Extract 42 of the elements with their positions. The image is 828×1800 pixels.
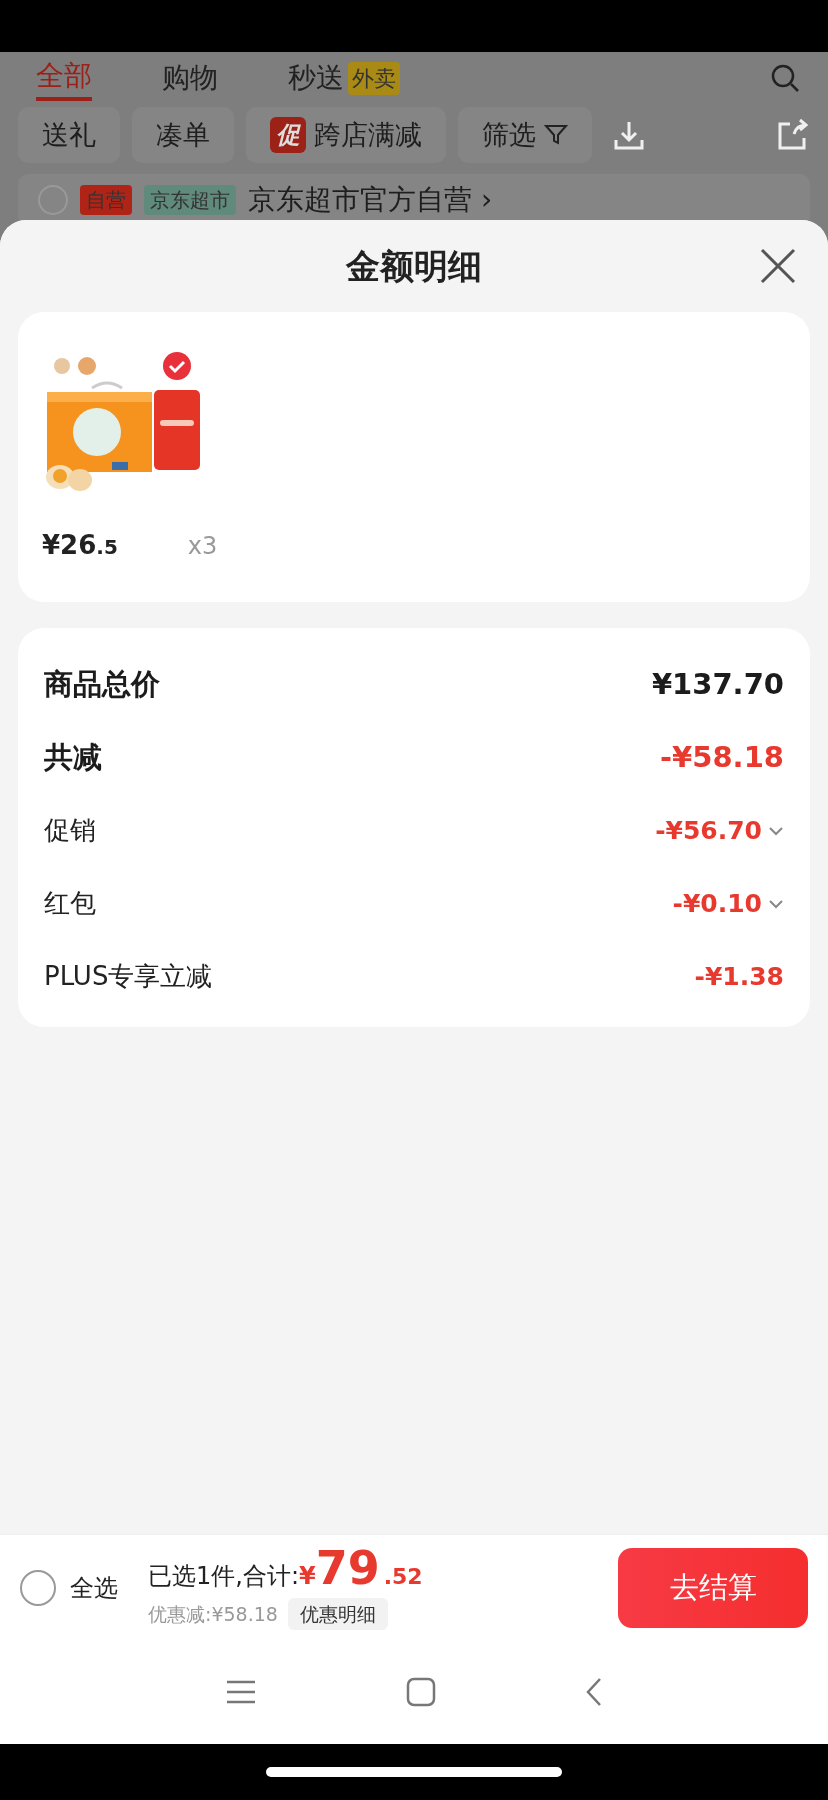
- sheet-title: 金额明细: [346, 244, 482, 288]
- tab[interactable]: 购物: [162, 57, 218, 99]
- summary-amount: -¥1.38: [694, 960, 784, 993]
- total-price: ¥79.52: [299, 1544, 423, 1594]
- filter-chip[interactable]: 筛选: [458, 106, 592, 164]
- store-tag: 京东超市: [144, 185, 236, 215]
- selected-summary: 已选1件,合计:: [148, 1560, 299, 1592]
- select-all-radio[interactable]: [20, 1569, 56, 1606]
- summary-amount: -¥0.10: [672, 887, 762, 920]
- item-price: ¥26.5: [42, 529, 118, 562]
- summary-label: 共减: [44, 738, 102, 776]
- filter-label: 筛选: [482, 117, 536, 152]
- summary-label: 红包: [44, 887, 96, 920]
- menu-icon[interactable]: [224, 1679, 257, 1705]
- summary-amount: ¥137.70: [651, 665, 784, 703]
- back-icon[interactable]: [585, 1677, 604, 1707]
- filter-chip[interactable]: 凑单: [132, 106, 234, 164]
- item-quantity: x3: [187, 531, 218, 562]
- summary-label: PLUS专享立减: [44, 960, 213, 993]
- search-icon[interactable]: [770, 63, 800, 93]
- summary-label: 商品总价: [44, 665, 160, 703]
- funnel-icon: [544, 123, 568, 147]
- close-button[interactable]: [758, 246, 798, 286]
- discount-amount: 优惠减:¥58.18: [148, 1601, 278, 1627]
- filter-chip[interactable]: 送礼: [18, 106, 120, 164]
- summary-amount: -¥56.70: [655, 814, 762, 847]
- home-icon[interactable]: [406, 1677, 436, 1707]
- select-all-label[interactable]: 全选: [70, 1569, 118, 1606]
- share-icon[interactable]: [776, 118, 810, 152]
- store-name[interactable]: 京东超市官方自营 ›: [248, 179, 493, 221]
- promo-tag: 促: [270, 117, 306, 153]
- discount-details-button[interactable]: 优惠明细: [287, 1597, 388, 1631]
- tab-badge: 外卖: [348, 61, 400, 95]
- chevron-down-icon[interactable]: [768, 898, 784, 909]
- summary-label: 促销: [44, 814, 96, 847]
- summary-amount: -¥58.18: [660, 738, 784, 776]
- tab[interactable]: 秒送: [288, 57, 344, 99]
- checkout-button[interactable]: 去结算: [618, 1547, 808, 1628]
- filter-chip[interactable]: 促 跨店满减: [246, 106, 446, 164]
- store-tag: 自营: [80, 185, 132, 215]
- chevron-down-icon[interactable]: [768, 825, 784, 836]
- filter-label: 跨店满减: [314, 117, 422, 152]
